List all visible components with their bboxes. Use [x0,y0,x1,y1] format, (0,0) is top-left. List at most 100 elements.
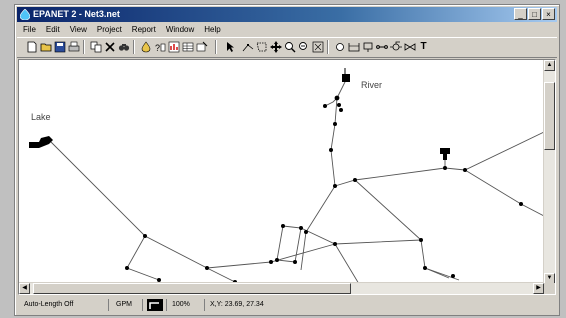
scroll-corner [544,283,555,294]
junction[interactable] [333,242,337,246]
network-map[interactable]: Lake River ▲ ▼ ◀ ▶ [18,59,556,295]
pipe-links [48,74,545,285]
add-reservoir-icon[interactable] [347,40,360,54]
toolbar: ? T [17,37,557,58]
save-icon[interactable] [53,40,66,54]
toolbar-separator [327,40,329,54]
junction[interactable] [125,266,129,270]
junction[interactable] [143,234,147,238]
horizontal-scrollbar[interactable]: ◀ ▶ [19,282,544,294]
pipe [126,235,160,281]
pan-icon[interactable] [269,40,282,54]
menu-view[interactable]: View [70,23,87,36]
run-icon[interactable] [139,40,152,54]
scroll-right-button[interactable]: ▶ [533,283,544,294]
map-label-lake[interactable]: Lake [31,112,51,122]
vertical-scroll-thumb[interactable] [544,82,555,150]
horizontal-scroll-thumb[interactable] [33,283,351,294]
delete-icon[interactable] [103,40,116,54]
add-tank-icon[interactable] [361,40,374,54]
junction[interactable] [323,104,327,108]
menu-project[interactable]: Project [97,23,122,36]
junction[interactable] [304,230,308,234]
run-status-icon [145,299,167,311]
lake-reservoir[interactable] [29,136,53,148]
junction[interactable] [329,148,333,152]
junction[interactable] [339,108,343,112]
pipe [354,179,460,281]
junction[interactable] [333,184,337,188]
select-region-icon[interactable] [255,40,268,54]
print-icon[interactable] [67,40,80,54]
select-vertex-icon[interactable] [241,40,254,54]
pipe [424,267,450,279]
window-title: EPANET 2 - Net3.net [33,9,120,19]
options-icon[interactable] [195,40,208,54]
pipe [48,139,236,283]
copy-icon[interactable] [89,40,102,54]
menu-file[interactable]: File [23,23,36,36]
junction[interactable] [281,224,285,228]
junction[interactable] [463,168,467,172]
junction[interactable] [419,238,423,242]
vertical-scrollbar[interactable]: ▲ ▼ [543,60,555,284]
pipe [206,243,336,269]
junction[interactable] [423,266,427,270]
zoom-in-icon[interactable] [283,40,296,54]
xy-coordinates-status: X,Y: 23.69, 27.34 [210,301,264,308]
graph-icon[interactable] [167,40,180,54]
query-icon[interactable]: ? [153,40,166,54]
junction[interactable] [353,178,357,182]
auto-length-status[interactable]: Auto-Length Off [21,299,109,311]
epanet-app-icon [20,9,30,20]
junction[interactable] [333,122,337,126]
select-object-icon[interactable] [223,40,236,54]
pipe [464,169,545,217]
menu-edit[interactable]: Edit [46,23,60,36]
junction[interactable] [293,260,297,264]
storage-tank[interactable] [440,148,450,160]
find-icon[interactable] [117,40,130,54]
menu-report[interactable]: Report [132,23,156,36]
pipe [300,227,422,245]
full-extent-icon[interactable] [311,40,324,54]
zoom-out-icon[interactable] [297,40,310,54]
add-label-icon[interactable]: T [417,40,430,54]
table-icon[interactable] [181,40,194,54]
junction[interactable] [443,166,447,170]
toolbar-separator [215,40,217,54]
menu-window[interactable]: Window [166,23,194,36]
add-pump-icon[interactable] [389,40,402,54]
maximize-button[interactable]: □ [528,8,541,20]
menu-help[interactable]: Help [204,23,220,36]
open-file-icon[interactable] [39,40,52,54]
title-bar[interactable]: EPANET 2 - Net3.net _ □ × [17,7,557,22]
svg-text:?: ? [155,43,160,53]
add-junction-icon[interactable] [333,40,346,54]
menu-bar: File Edit View Project Report Window Hel… [17,23,557,36]
add-valve-icon[interactable] [403,40,416,54]
minimize-button[interactable]: _ [514,8,527,20]
junction[interactable] [299,226,303,230]
pipe [334,131,545,187]
scroll-up-button[interactable]: ▲ [544,60,555,71]
new-file-icon[interactable] [25,40,38,54]
junction-nodes [125,95,523,284]
flow-units-status: GPM [113,299,143,311]
junction[interactable] [334,95,340,101]
junction[interactable] [275,258,279,262]
junction[interactable] [337,103,341,107]
network-map-canvas[interactable]: Lake River [19,60,545,285]
scroll-left-button[interactable]: ◀ [19,283,30,294]
map-label-river[interactable]: River [361,80,382,90]
app-window: EPANET 2 - Net3.net _ □ × File Edit View… [14,4,560,316]
river-reservoir[interactable] [342,68,350,82]
junction[interactable] [451,274,455,278]
pipe [334,243,360,285]
zoom-level-status: 100% [169,299,205,311]
add-pipe-icon[interactable] [375,40,388,54]
junction[interactable] [205,266,209,270]
junction[interactable] [269,260,273,264]
close-button[interactable]: × [542,8,555,20]
junction[interactable] [519,202,523,206]
